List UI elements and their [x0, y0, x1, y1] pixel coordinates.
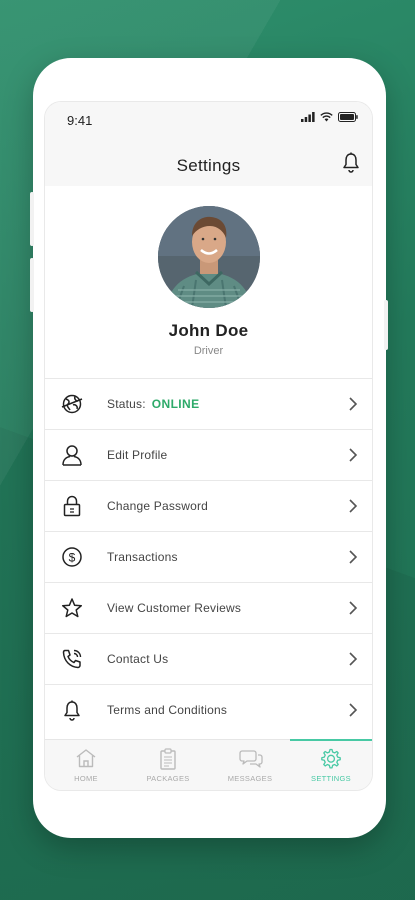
globe-icon — [61, 394, 83, 414]
clipboard-icon — [160, 748, 176, 770]
menu-item-label: Transactions — [107, 550, 178, 564]
battery-icon — [338, 112, 358, 122]
menu-item-status[interactable]: Status: ONLINE — [45, 378, 372, 429]
profile-role: Driver — [193, 345, 224, 357]
status-time: 9:41 — [67, 113, 93, 128]
menu-item-transactions[interactable]: $ Transactions — [45, 531, 372, 582]
tab-messages[interactable]: MESSAGES — [209, 740, 291, 790]
chevron-right-icon — [349, 601, 358, 615]
star-icon — [61, 598, 83, 618]
bottom-tab-bar: HOME PACKAGES MESSAGES SETTINGS — [45, 739, 372, 790]
tab-label: SETTINGS — [311, 774, 351, 783]
chat-bubbles-icon — [239, 750, 263, 768]
settings-menu: Status: ONLINE Edit Profile Change Passwo… — [45, 378, 372, 735]
tab-label: MESSAGES — [227, 774, 273, 783]
avatar-photo — [158, 206, 260, 308]
phone-side-button — [384, 300, 388, 350]
app-header: Settings — [45, 138, 372, 187]
chevron-right-icon — [349, 550, 358, 564]
chevron-right-icon — [349, 499, 358, 513]
dollar-coin-icon: $ — [62, 547, 82, 567]
profile-name: John Doe — [168, 321, 249, 340]
menu-item-terms[interactable]: Terms and Conditions — [45, 684, 372, 735]
menu-item-contact-us[interactable]: Contact Us — [45, 633, 372, 684]
menu-item-label: Edit Profile — [107, 448, 168, 462]
user-icon — [62, 445, 82, 466]
phone-call-icon — [62, 649, 82, 669]
menu-item-customer-reviews[interactable]: View Customer Reviews — [45, 582, 372, 633]
status-label: Status: — [107, 397, 146, 411]
menu-item-edit-profile[interactable]: Edit Profile — [45, 429, 372, 480]
tab-home[interactable]: HOME — [45, 740, 127, 790]
menu-item-label: Change Password — [107, 499, 209, 513]
menu-item-label: View Customer Reviews — [107, 601, 242, 615]
chevron-right-icon — [349, 652, 358, 666]
tab-settings[interactable]: SETTINGS — [290, 739, 372, 790]
app-screen: 9:41 Settings John Doe Driver Status: ON… — [45, 102, 372, 790]
tab-label: PACKAGES — [146, 774, 190, 783]
menu-item-change-password[interactable]: Change Password — [45, 480, 372, 531]
tab-label: HOME — [74, 774, 98, 783]
lock-icon — [63, 495, 81, 517]
phone-side-button — [30, 192, 34, 246]
chevron-right-icon — [349, 397, 358, 411]
chevron-right-icon — [349, 448, 358, 462]
profile-section: John Doe Driver — [45, 186, 372, 378]
chevron-right-icon — [349, 703, 358, 717]
menu-item-label: Contact Us — [107, 652, 169, 666]
svg-text:$: $ — [69, 551, 76, 565]
active-tab-indicator — [290, 739, 372, 741]
wifi-icon — [320, 112, 333, 122]
tab-packages[interactable]: PACKAGES — [127, 740, 209, 790]
menu-item-label: Terms and Conditions — [107, 703, 228, 717]
phone-side-button — [30, 258, 34, 312]
status-value: ONLINE — [151, 397, 200, 411]
home-icon — [76, 749, 96, 768]
status-bar: 9:41 — [45, 102, 372, 138]
signal-icon — [301, 112, 315, 122]
page-title: Settings — [176, 156, 241, 175]
status-icons — [301, 112, 358, 122]
bell-icon — [64, 700, 80, 721]
bell-icon[interactable] — [342, 152, 360, 174]
gear-icon — [321, 748, 341, 769]
avatar[interactable] — [158, 206, 260, 308]
